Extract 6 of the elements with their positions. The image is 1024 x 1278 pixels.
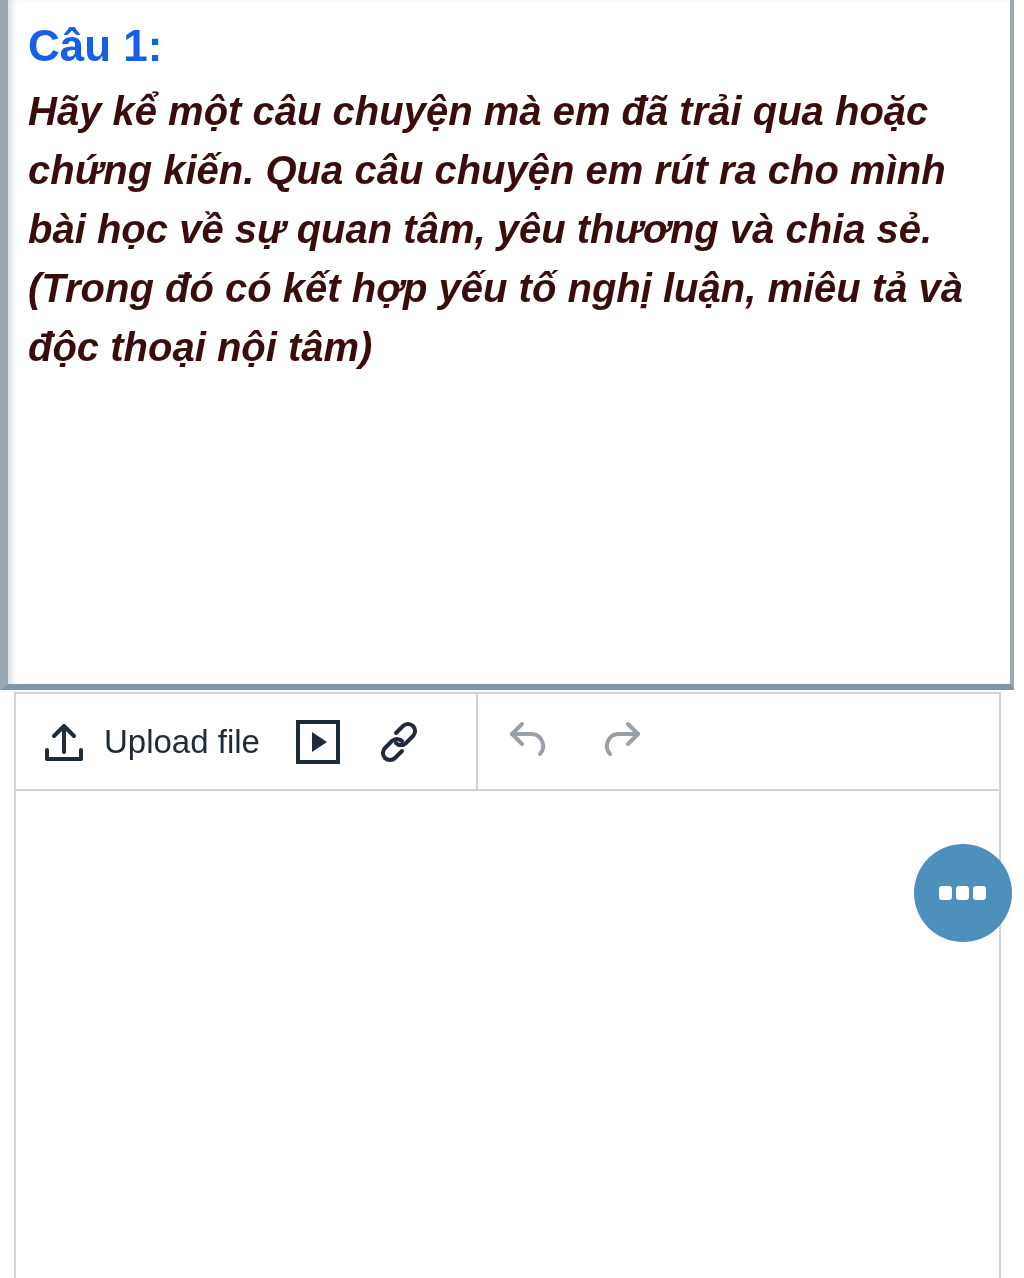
more-icon [938,885,988,901]
video-icon[interactable] [295,719,340,764]
upload-file-button[interactable]: Upload file [44,721,260,762]
question-text: Hãy kể một câu chuyện mà em đã trải qua hoặc chứng kiến. Qua câu chuyện em rút ra cho mình bài học về sự quan tâm, yêu thương và chia sẻ. (Trong đó có kết hợp yếu tố nghị luận, miêu tả và độc thoại nội tâm) [28,88,965,371]
question-title: Câu 1: [28,22,164,70]
upload-icon [44,721,84,762]
